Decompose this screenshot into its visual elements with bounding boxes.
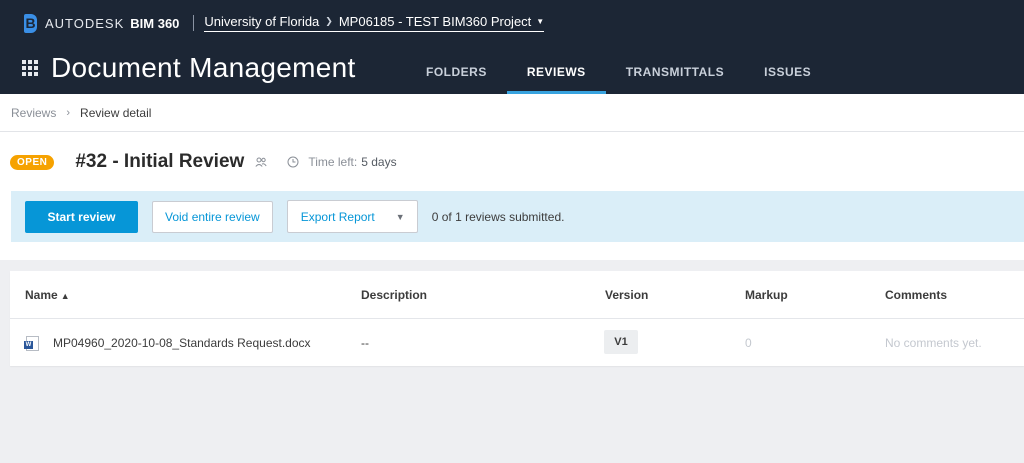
void-review-button[interactable]: Void entire review xyxy=(152,200,273,233)
tab-folders[interactable]: FOLDERS xyxy=(406,52,507,94)
review-files-table: Name ▲ Description Version Markup Comment… xyxy=(10,271,1024,366)
caret-down-icon: ▼ xyxy=(536,17,545,26)
word-file-icon xyxy=(24,336,39,351)
review-title-row: OPEN #32 - Initial Review Time left: 5 d… xyxy=(10,151,397,173)
file-description: -- xyxy=(361,336,369,350)
breadcrumb-chevron-icon: › xyxy=(66,106,71,119)
column-header-description[interactable]: Description xyxy=(361,288,427,302)
tab-reviews[interactable]: REVIEWS xyxy=(506,52,606,94)
bim360-logo-icon[interactable]: B xyxy=(24,13,37,33)
time-left-label: Time left: xyxy=(308,155,358,169)
project-chevron-icon: ❯ xyxy=(325,16,333,26)
start-review-button[interactable]: Start review xyxy=(25,200,138,233)
caret-down-icon: ▼ xyxy=(395,211,405,222)
brand-product: BIM 360 xyxy=(130,15,180,31)
review-action-bar: Start review Void entire review Export R… xyxy=(11,191,1024,242)
version-badge[interactable]: V1 xyxy=(604,330,638,354)
account-name: University of Florida xyxy=(204,14,320,29)
column-header-comments[interactable]: Comments xyxy=(885,288,947,302)
column-label: Name xyxy=(25,288,58,302)
status-badge: OPEN xyxy=(10,154,55,170)
top-header: B AUTODESK BIM 360 University of Florida… xyxy=(0,0,1024,94)
project-selector[interactable]: University of Florida ❯ MP06185 - TEST B… xyxy=(204,14,545,32)
app-title-row: Document Management xyxy=(22,52,356,84)
column-header-name[interactable]: Name ▲ xyxy=(25,288,70,302)
people-icon[interactable] xyxy=(255,156,267,168)
comments-status: No comments yet. xyxy=(885,336,982,350)
tab-transmittals[interactable]: TRANSMITTALS xyxy=(606,52,744,94)
app-title: Document Management xyxy=(51,52,356,83)
brand-divider xyxy=(193,15,195,31)
file-name-link[interactable]: MP04960_2020-10-08_Standards Request.doc… xyxy=(53,336,311,350)
table-row[interactable]: MP04960_2020-10-08_Standards Request.doc… xyxy=(10,319,1024,366)
time-left-value: 5 days xyxy=(361,155,397,169)
breadcrumb: Reviews › Review detail xyxy=(0,94,1024,132)
column-header-markup[interactable]: Markup xyxy=(745,288,788,302)
review-title: #32 - Initial Review xyxy=(75,151,245,172)
submission-status: 0 of 1 reviews submitted. xyxy=(431,209,565,224)
brand-autodesk: AUTODESK xyxy=(45,15,125,31)
tab-issues[interactable]: ISSUES xyxy=(744,52,831,94)
brand-row: B AUTODESK BIM 360 University of Florida… xyxy=(24,12,545,34)
column-header-version[interactable]: Version xyxy=(605,288,648,302)
main-nav: FOLDERS REVIEWS TRANSMITTALS ISSUES xyxy=(406,52,831,94)
export-report-dropdown[interactable]: Export Report ▼ xyxy=(286,200,418,233)
review-header: OPEN #32 - Initial Review Time left: 5 d… xyxy=(0,132,1024,260)
project-name: MP06185 - TEST BIM360 Project xyxy=(338,14,532,29)
clock-icon xyxy=(287,156,299,168)
table-header: Name ▲ Description Version Markup Comment… xyxy=(10,271,1024,319)
markup-count: 0 xyxy=(745,336,752,350)
app-waffle-icon[interactable] xyxy=(22,59,39,77)
breadcrumb-current: Review detail xyxy=(80,105,152,120)
breadcrumb-reviews-link[interactable]: Reviews xyxy=(11,106,56,120)
export-report-label: Export Report xyxy=(300,209,375,224)
sort-up-icon: ▲ xyxy=(60,291,70,301)
